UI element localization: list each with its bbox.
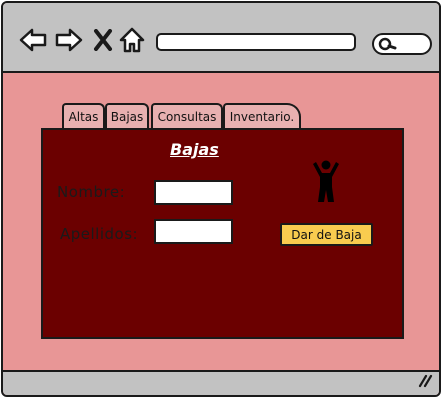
- tab-bajas[interactable]: Bajas: [105, 103, 149, 129]
- nombre-label: Nombre:: [57, 183, 126, 201]
- apellidos-label: Apellidos:: [60, 225, 139, 243]
- status-bar: [3, 370, 439, 395]
- dar-de-baja-button[interactable]: Dar de Baja: [280, 223, 373, 246]
- arrow-left-icon[interactable]: [18, 25, 48, 55]
- nombre-field[interactable]: [154, 180, 233, 205]
- browser-toolbar: [3, 3, 439, 73]
- search-input[interactable]: [372, 33, 432, 55]
- bajas-panel: Bajas Nombre: Apellidos: Dar de Baja: [41, 128, 404, 339]
- tab-consultas[interactable]: Consultas: [151, 103, 223, 129]
- tab-altas[interactable]: Altas: [62, 103, 105, 129]
- apellidos-field[interactable]: [154, 219, 233, 244]
- arrow-right-icon[interactable]: [54, 25, 84, 55]
- browser-window: Altas Bajas Consultas Inventario. Bajas …: [1, 1, 441, 397]
- search-icon: [378, 37, 397, 51]
- home-icon[interactable]: [117, 25, 147, 55]
- person-icon: [311, 160, 341, 208]
- panel-title: Bajas: [170, 140, 219, 159]
- page-content: Altas Bajas Consultas Inventario. Bajas …: [3, 73, 439, 374]
- tab-inventario[interactable]: Inventario.: [223, 103, 301, 129]
- address-bar[interactable]: [156, 33, 356, 51]
- close-icon[interactable]: [88, 25, 118, 55]
- resize-grip-icon[interactable]: [417, 372, 433, 392]
